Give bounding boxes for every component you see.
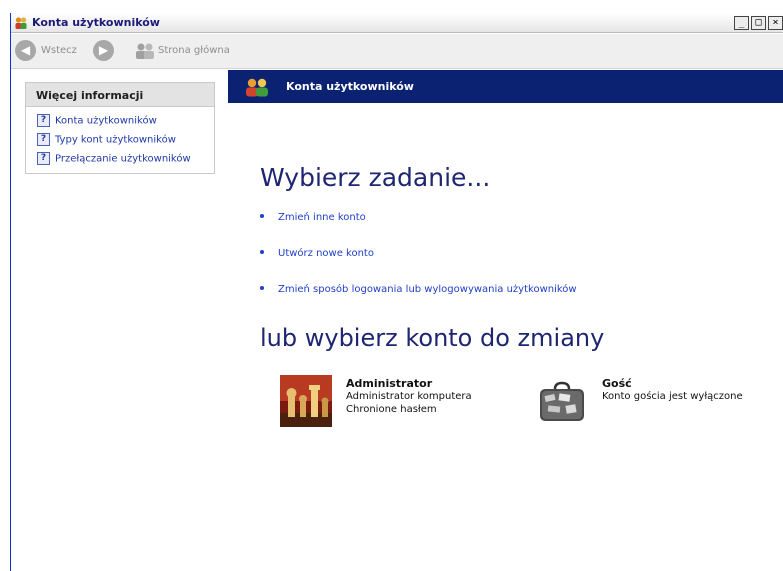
sidebar-link-label: Typy kont użytkowników (55, 134, 176, 146)
users-icon (246, 78, 268, 97)
task-link-create-account[interactable]: Utwórz nowe konto (260, 248, 374, 259)
forward-arrow-icon[interactable]: ▶ (93, 40, 114, 61)
task-link-change-logon[interactable]: Zmień sposób logowania lub wylogowywania… (260, 284, 577, 295)
chess-pieces-icon (280, 375, 332, 427)
window-title: Konta użytkowników (32, 16, 160, 29)
main-content: Konta użytkowników Wybierz zadanie... Zm… (228, 70, 783, 571)
more-info-panel: Więcej informacji ? Konta użytkowników ? T… (25, 82, 215, 174)
panel-title: Więcej informacji (26, 83, 214, 107)
sidebar-link-user-accounts[interactable]: ? Konta użytkowników (37, 114, 157, 128)
back-arrow-icon[interactable]: ◀ (15, 40, 36, 61)
account-tile-guest[interactable]: Gość Konto gościa jest wyłączone (536, 375, 776, 429)
sidebar-link-account-types[interactable]: ? Typy kont użytkowników (37, 133, 176, 147)
task-link-label: Zmień inne konto (278, 212, 366, 223)
pick-task-heading: Wybierz zadanie... (260, 163, 491, 192)
navigation-toolbar: ◀ Wstecz ▶ Strona główna (11, 34, 783, 69)
pick-account-heading: lub wybierz konto do zmiany (260, 324, 605, 352)
home-button[interactable]: Strona główna (158, 45, 230, 56)
header-banner: Konta użytkowników (228, 70, 783, 103)
close-button[interactable]: × (768, 16, 783, 30)
suitcase-icon (536, 375, 588, 427)
bullet-icon (260, 214, 264, 218)
task-link-label: Zmień sposób logowania lub wylogowywania… (278, 284, 577, 295)
sidebar-link-switching-users[interactable]: ? Przełączanie użytkowników (37, 152, 191, 166)
minimize-button[interactable]: _ (734, 16, 749, 30)
help-icon: ? (37, 133, 50, 146)
task-link-label: Utwórz nowe konto (278, 248, 374, 259)
sidebar-link-label: Przełączanie użytkowników (55, 153, 191, 165)
users-icon (15, 17, 27, 29)
maximize-button[interactable]: □ (751, 16, 766, 30)
sidebar-link-label: Konta użytkowników (55, 115, 157, 127)
user-accounts-window: Konta użytkowników _ □ × ◀ Wstecz ▶ Stro… (10, 13, 783, 571)
home-users-icon[interactable] (134, 41, 156, 61)
help-icon: ? (37, 152, 50, 165)
bullet-icon (260, 250, 264, 254)
account-status: Konto gościa jest wyłączone (602, 391, 743, 402)
title-bar[interactable]: Konta użytkowników _ □ × (11, 13, 783, 33)
bullet-icon (260, 286, 264, 290)
account-name: Administrator (346, 377, 433, 390)
banner-title: Konta użytkowników (286, 80, 414, 93)
account-status: Chronione hasłem (346, 404, 437, 415)
account-description: Administrator komputera (346, 391, 472, 402)
back-button[interactable]: Wstecz (41, 45, 77, 56)
task-link-change-account[interactable]: Zmień inne konto (260, 212, 366, 223)
account-tile-administrator[interactable]: Administrator Administrator komputera Ch… (280, 375, 500, 429)
account-name: Gość (602, 377, 632, 390)
help-icon: ? (37, 114, 50, 127)
sidebar: Więcej informacji ? Konta użytkowników ? T… (11, 70, 228, 571)
